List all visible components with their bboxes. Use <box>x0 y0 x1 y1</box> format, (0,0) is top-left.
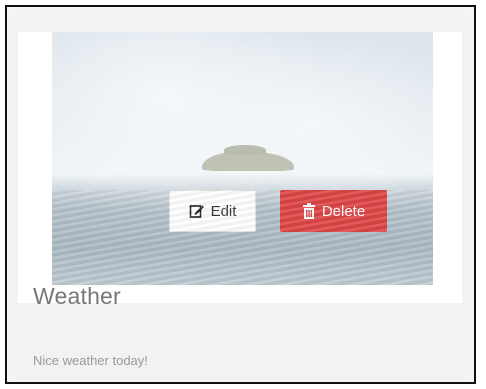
delete-label: Delete <box>321 202 366 220</box>
photo-overlay <box>52 32 433 285</box>
card-subtitle: Nice weather today! <box>33 353 148 368</box>
card-photo: Edit Delete <box>52 32 433 285</box>
weather-card: Edit Delete Weather Nice weather today! <box>15 15 466 382</box>
edit-button[interactable]: Edit <box>169 190 256 232</box>
delete-button[interactable]: Delete <box>280 190 387 232</box>
edit-icon <box>189 203 205 219</box>
edit-label: Edit <box>210 202 237 220</box>
card-title: Weather <box>33 283 121 309</box>
card-frame: Edit Delete Weather Nice weather today! <box>5 5 476 384</box>
trash-icon <box>302 203 316 219</box>
card-image-panel: Edit Delete <box>18 32 462 303</box>
